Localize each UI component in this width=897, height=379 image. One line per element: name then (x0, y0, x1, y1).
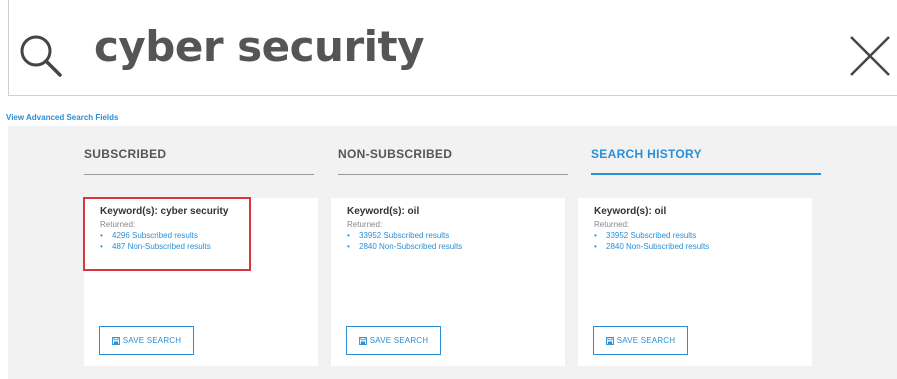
card-results-list: • 33952 Subscribed results • 2840 Non-Subs… (594, 230, 709, 252)
floppy-disk-icon (111, 336, 120, 345)
close-icon[interactable] (848, 34, 892, 78)
save-search-button[interactable]: SAVE SEARCH (593, 326, 688, 355)
card-keywords: Keyword(s): cyber security (100, 206, 229, 217)
subscribed-results-link[interactable]: • 33952 Subscribed results (594, 230, 709, 241)
advanced-search-link[interactable]: View Advanced Search Fields (6, 113, 119, 122)
search-icon[interactable] (17, 32, 63, 78)
search-history-card: Keyword(s): cyber security Returned: • 42… (84, 198, 318, 366)
search-bar[interactable]: cyber security (8, 0, 897, 96)
floppy-disk-icon (358, 336, 367, 345)
non-subscribed-results-link[interactable]: • 2840 Non-Subscribed results (347, 241, 462, 252)
subscribed-results-link[interactable]: • 4296 Subscribed results (100, 230, 211, 241)
card-returned-label: Returned: (347, 220, 383, 229)
card-keywords: Keyword(s): oil (347, 206, 420, 217)
save-search-button[interactable]: SAVE SEARCH (346, 326, 441, 355)
card-results-list: • 4296 Subscribed results • 487 Non-Subscr… (100, 230, 211, 252)
search-history-card: Keyword(s): oil Returned: • 33952 Subscri… (331, 198, 565, 366)
tab-subscribed[interactable]: SUBSCRIBED (84, 147, 314, 175)
subscribed-results-link[interactable]: • 33952 Subscribed results (347, 230, 462, 241)
tab-non-subscribed[interactable]: NON-SUBSCRIBED (338, 147, 568, 175)
card-keywords: Keyword(s): oil (594, 206, 667, 217)
card-returned-label: Returned: (100, 220, 136, 229)
non-subscribed-results-link[interactable]: • 487 Non-Subscribed results (100, 241, 211, 252)
non-subscribed-results-link[interactable]: • 2840 Non-Subscribed results (594, 241, 709, 252)
floppy-disk-icon (605, 336, 614, 345)
tab-label: SUBSCRIBED (84, 147, 167, 161)
card-returned-label: Returned: (594, 220, 630, 229)
tab-search-history[interactable]: SEARCH HISTORY (591, 147, 821, 175)
app-frame: cyber security View Advanced Search Fiel… (0, 0, 897, 379)
save-search-button[interactable]: SAVE SEARCH (99, 326, 194, 355)
card-results-list: • 33952 Subscribed results • 2840 Non-Subs… (347, 230, 462, 252)
tab-label: SEARCH HISTORY (591, 147, 702, 161)
search-query-text[interactable]: cyber security (94, 22, 425, 71)
search-history-card: Keyword(s): oil Returned: • 33952 Subscri… (578, 198, 812, 366)
tab-label: NON-SUBSCRIBED (338, 147, 453, 161)
